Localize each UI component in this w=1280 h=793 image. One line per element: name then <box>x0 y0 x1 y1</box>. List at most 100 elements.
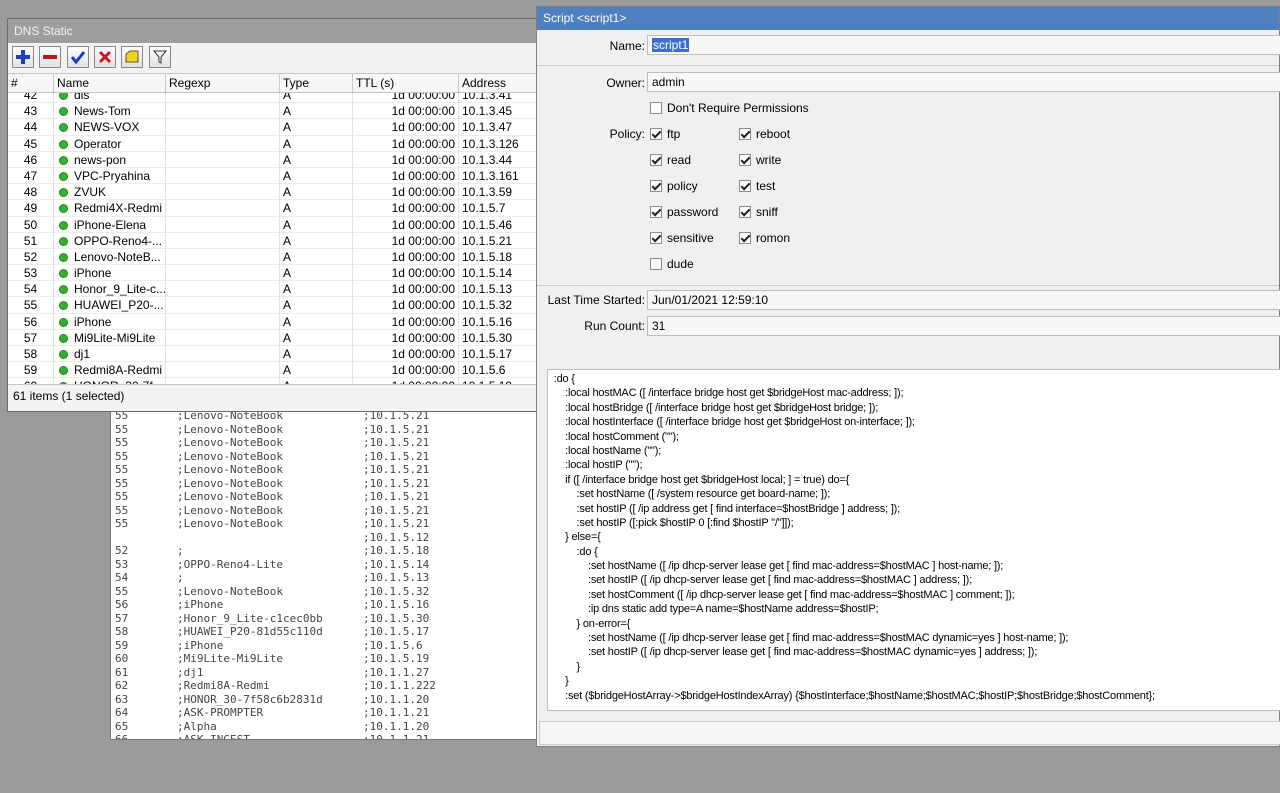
terminal-cell: ;10.1.5.6 <box>363 638 423 652</box>
code-line: :set hostComment ([ /ip dhcp-server leas… <box>548 588 1015 601</box>
column-header-regexp[interactable]: Regexp <box>166 74 280 92</box>
terminal-cell: ;Alpha <box>177 719 217 733</box>
table-cell: 10.1.5.7 <box>459 200 539 217</box>
policy-romon-checkbox[interactable] <box>739 232 751 244</box>
table-row[interactable]: 46 news-pon A 1d 00:00:00 10.1.3.44 <box>8 151 539 168</box>
terminal-line: 55 ;Lenovo-NoteBook ;10.1.5.21 <box>111 463 541 477</box>
dont-require-permissions-checkbox[interactable] <box>650 102 662 114</box>
enabled-status-icon <box>59 220 68 230</box>
table-cell: 1d 00:00:00 <box>353 378 459 384</box>
remove-button[interactable] <box>39 46 62 68</box>
table-cell: 1d 00:00:00 <box>353 362 459 379</box>
enabled-status-icon <box>59 333 68 343</box>
terminal-cell: ;ASK-PROMPTER <box>177 706 264 719</box>
terminal-line: 55 ;Lenovo-NoteBook ;10.1.5.21 <box>111 436 541 450</box>
column-header-number[interactable]: # <box>8 74 54 92</box>
table-row[interactable]: 60 HONOR_30-7f... A1d 00:00:0010.1.5.19 <box>8 378 539 384</box>
policy-sniff-checkbox[interactable] <box>739 206 751 218</box>
policy-policy-label: policy <box>667 179 698 193</box>
terminal-line: 53 ;OPPO-Reno4-Lite ;10.1.5.14 <box>111 558 541 572</box>
terminal-cell: ;dj1 <box>177 665 204 679</box>
entry-name: Lenovo-NoteB... <box>74 249 161 264</box>
owner-field[interactable]: admin <box>647 72 1280 92</box>
table-row[interactable]: 47 VPC-Pryahina A 1d 00:00:00 10.1.3.161 <box>8 167 539 185</box>
policy-sensitive-checkbox[interactable] <box>650 232 662 244</box>
terminal-cell: ;10.1.5.21 <box>363 503 430 517</box>
policy-read-checkbox[interactable] <box>650 154 662 166</box>
terminal-cell: ;10.1.5.21 <box>363 490 430 503</box>
add-button[interactable] <box>12 46 34 68</box>
table-row[interactable]: 44 NEWS-VOX A 1d 00:00:00 10.1.3.47 <box>8 119 539 136</box>
column-header-ttl[interactable]: TTL (s) <box>353 74 459 92</box>
policy-reboot-checkbox[interactable] <box>739 128 751 140</box>
table-cell <box>166 184 280 201</box>
table-cell: 10.1.5.21 <box>459 232 539 249</box>
table-row[interactable]: 52 Lenovo-NoteB... A 1d 00:00:00 10.1.5.18 <box>8 248 539 266</box>
comment-button[interactable] <box>121 46 144 68</box>
table-row[interactable]: 59 Redmi8A-Redmi A 1d 00:00:00 10.1.5.6 <box>8 362 539 379</box>
script-source-editor[interactable]: :do { :local hostMAC ([ /interface bridg… <box>547 369 1280 711</box>
policy-write-checkbox[interactable] <box>739 154 751 166</box>
policy-policy-checkbox[interactable] <box>650 180 662 192</box>
table-cell: 44 <box>8 119 54 136</box>
column-header-type[interactable]: Type <box>280 74 353 92</box>
terminal-cell: ;Lenovo-NoteBook <box>177 584 283 598</box>
table-cell: 10.1.5.16 <box>459 313 539 330</box>
table-row[interactable]: 56 iPhone A 1d 00:00:00 10.1.5.16 <box>8 313 539 330</box>
terminal-cell: 61 <box>115 665 129 679</box>
table-cell <box>166 265 280 282</box>
table-cell: 10.1.5.18 <box>459 248 539 265</box>
policy-test-checkbox[interactable] <box>739 180 751 192</box>
table-cell: A <box>280 248 353 265</box>
table-cell: HUAWEI_P20-... <box>54 297 166 314</box>
enable-button[interactable] <box>66 46 89 68</box>
table-row[interactable]: 55 HUAWEI_P20-... A 1d 00:00:00 10.1.5.32 <box>8 297 539 314</box>
policy-read-label: read <box>667 153 692 167</box>
policy-password-checkbox[interactable] <box>650 206 662 218</box>
table-cell <box>166 167 280 184</box>
table-cell: A <box>280 167 353 184</box>
policy-sensitive-label: sensitive <box>667 231 714 245</box>
filter-button[interactable] <box>148 46 171 68</box>
enabled-status-icon <box>59 301 68 311</box>
table-row[interactable]: 51 OPPO-Reno4-... A 1d 00:00:00 10.1.5.21 <box>8 232 539 249</box>
table-row[interactable]: 58 dj1 A 1d 00:00:00 10.1.5.17 <box>8 346 539 363</box>
code-line: :set hostIP ([ /ip address get [ find in… <box>548 502 901 515</box>
table-cell: A <box>280 329 353 346</box>
table-row[interactable]: 45 Operator A 1d 00:00:00 10.1.3.126 <box>8 135 539 152</box>
terminal-cell: ;Lenovo-NoteBook <box>177 422 283 436</box>
table-row[interactable]: 49 Redmi4X-Redmi A 1d 00:00:00 10.1.5.7 <box>8 200 539 217</box>
table-cell <box>166 248 280 265</box>
table-row[interactable]: 48 ZVUK A 1d 00:00:00 10.1.3.59 <box>8 184 539 201</box>
script-title[interactable]: Script <script1> <box>537 7 1279 30</box>
table-cell <box>166 281 280 298</box>
dns-static-title[interactable]: DNS Static <box>8 19 539 43</box>
table-cell: A <box>280 200 353 217</box>
terminal-line: 65 ;Alpha ;10.1.1.20 <box>111 720 541 734</box>
disable-button[interactable] <box>94 46 117 68</box>
code-line: :set hostIP ([:pick $hostIP 0 [:find $ho… <box>548 516 794 529</box>
policy-ftp-checkbox[interactable] <box>650 128 662 140</box>
column-header-name[interactable]: Name <box>54 74 166 92</box>
table-row[interactable]: 53 iPhone A 1d 00:00:00 10.1.5.14 <box>8 265 539 282</box>
column-header-address[interactable]: Address <box>459 74 539 92</box>
terminal-cell: ;10.1.5.18 <box>363 544 430 557</box>
name-field[interactable]: script1 <box>647 35 1280 55</box>
table-cell: A <box>280 232 353 249</box>
table-cell: NEWS-VOX <box>54 119 166 136</box>
table-row[interactable]: 42 dis A 1d 00:00:00 10.1.3.41 <box>8 93 539 104</box>
table-cell: A <box>280 184 353 201</box>
table-cell: A <box>280 313 353 330</box>
dns-static-window: DNS Static # Name Regexp Type TTL (s) Address… <box>7 18 540 412</box>
table-cell <box>166 103 280 120</box>
table-row[interactable]: 57 Mi9Lite-Mi9Lite A 1d 00:00:00 10.1.5.30 <box>8 329 539 346</box>
table-row[interactable]: 54 Honor_9_Lite-c... A 1d 00:00:00 10.1.5.13 <box>8 281 539 298</box>
terminal-line: 52; ;10.1.5.18 <box>111 544 541 558</box>
table-cell: 53 <box>8 265 54 282</box>
table-row[interactable]: 43 News-Tom A 1d 00:00:00 10.1.3.45 <box>8 103 539 120</box>
terminal-cell: 53 <box>115 557 129 571</box>
policy-dude-checkbox[interactable] <box>650 258 662 270</box>
terminal-cell: ;10.1.5.21 <box>363 422 430 436</box>
table-row[interactable]: 50 iPhone-Elena A 1d 00:00:00 10.1.5.46 <box>8 216 539 233</box>
table-cell: Operator <box>54 135 166 152</box>
